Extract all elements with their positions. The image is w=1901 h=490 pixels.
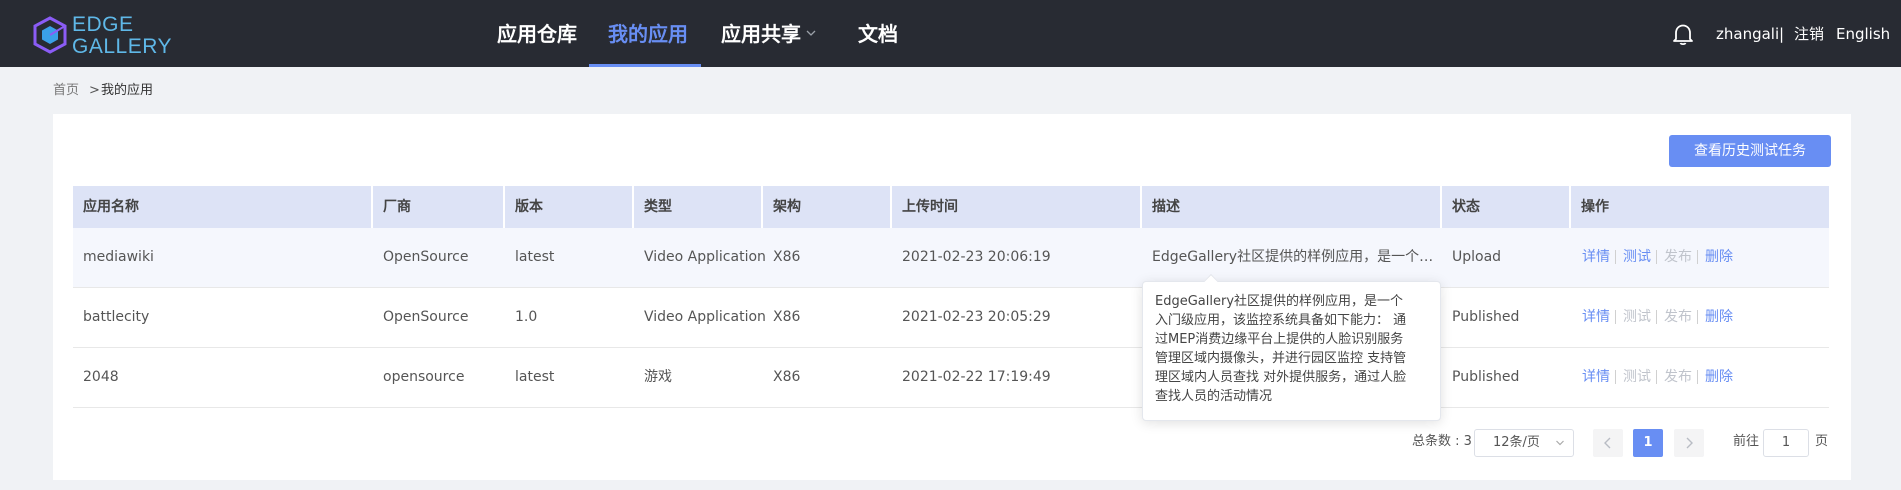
header-separator: |: [1779, 25, 1785, 43]
view-history-tests-button[interactable]: 查看历史测试任务: [1669, 135, 1831, 167]
details-link[interactable]: 详情: [1582, 308, 1610, 326]
tooltip-line: 管理区域内摄像头，并进行园区监控 支持管: [1155, 351, 1407, 366]
column-header-version: 版本: [515, 199, 543, 215]
column-header-actions: 操作: [1581, 199, 1609, 215]
cell-app-name: battlecity: [83, 309, 150, 325]
logo-text-line2: GALLERY: [72, 35, 172, 58]
prev-page-button[interactable]: [1593, 429, 1623, 457]
cell-version: latest: [515, 369, 555, 385]
tooltip-line: EdgeGallery社区提供的样例应用，是一个: [1155, 294, 1404, 309]
op-divider: [1615, 310, 1616, 324]
top-navbar: [0, 0, 1901, 67]
test-link: 测试: [1623, 369, 1651, 385]
nav-app-store[interactable]: 应用仓库: [497, 0, 577, 67]
edgegallery-logo-icon[interactable]: [33, 16, 67, 54]
goto-label: 前往: [1733, 434, 1760, 449]
nav-app-share[interactable]: 应用共享: [721, 0, 801, 67]
details-link[interactable]: 详情: [1582, 368, 1610, 386]
column-divider: [1440, 186, 1442, 228]
chevron-down-icon[interactable]: [1556, 440, 1564, 446]
cell-upload-time: 2021-02-23 20:05:29: [902, 309, 1051, 325]
column-header-upload-time: 上传时间: [902, 199, 958, 215]
column-divider: [1569, 186, 1571, 228]
column-header-name: 应用名称: [83, 199, 139, 215]
test-link[interactable]: 测试: [1623, 248, 1651, 266]
cell-type: Video Application: [644, 249, 766, 265]
cell-vendor: OpenSource: [383, 309, 469, 325]
cell-app-name: 2048: [83, 369, 119, 385]
cell-status: Published: [1452, 309, 1520, 325]
logo-text-line1: EDGE: [72, 13, 134, 36]
column-header-status: 状态: [1452, 199, 1480, 215]
op-divider: [1615, 370, 1616, 384]
details-link[interactable]: 详情: [1582, 248, 1610, 266]
column-divider: [890, 186, 892, 228]
cell-upload-time: 2021-02-22 17:19:49: [902, 369, 1051, 385]
column-divider: [632, 186, 634, 228]
op-divider: [1697, 310, 1698, 324]
goto-page-input[interactable]: 1: [1763, 429, 1809, 457]
chevron-right-icon: [1686, 437, 1693, 449]
cell-version: 1.0: [515, 309, 538, 325]
tooltip-line: 查找人员的活动情况: [1155, 389, 1273, 404]
bell-icon[interactable]: [1672, 22, 1694, 46]
op-divider: [1615, 250, 1616, 264]
op-divider: [1656, 310, 1657, 324]
test-link: 测试: [1623, 309, 1651, 325]
column-header-description: 描述: [1152, 199, 1180, 215]
breadcrumb-current: 我的应用: [101, 83, 154, 98]
op-divider: [1656, 250, 1657, 264]
column-divider: [371, 186, 373, 228]
cell-vendor: opensource: [383, 369, 465, 385]
cell-description[interactable]: EdgeGallery社区提供的样例应用，是一个入门级应用，该监控系统具备如下能…: [1152, 248, 1434, 266]
cell-vendor: OpenSource: [383, 249, 469, 265]
page-number-current[interactable]: 1: [1633, 429, 1663, 457]
delete-link[interactable]: 删除: [1705, 308, 1733, 326]
tooltip-line: 入门级应用，该监控系统具备如下能力： 通: [1155, 313, 1407, 328]
cell-arch: X86: [773, 369, 801, 385]
op-divider: [1656, 370, 1657, 384]
publish-link: 发布: [1664, 249, 1692, 265]
tooltip-line: 理区域内人员查找 对外提供服务，通过人脸: [1155, 370, 1407, 385]
column-header-vendor: 厂商: [383, 199, 411, 215]
chevron-down-icon[interactable]: [806, 28, 816, 38]
cell-arch: X86: [773, 249, 801, 265]
delete-link[interactable]: 删除: [1705, 248, 1733, 266]
cell-app-name: mediawiki: [83, 249, 154, 265]
page-suffix-label: 页: [1815, 434, 1829, 449]
description-tooltip: EdgeGallery社区提供的样例应用，是一个 入门级应用，该监控系统具备如下…: [1142, 281, 1441, 421]
next-page-button[interactable]: [1674, 429, 1704, 457]
cell-status: Published: [1452, 369, 1520, 385]
publish-link: 发布: [1664, 309, 1692, 325]
logo-text[interactable]: EDGE GALLERY: [72, 14, 172, 58]
breadcrumb-separator: >: [89, 83, 100, 98]
op-divider: [1697, 250, 1698, 264]
nav-my-apps[interactable]: 我的应用: [608, 0, 688, 67]
logout-link[interactable]: 注销: [1794, 0, 1824, 67]
language-switch[interactable]: English: [1836, 0, 1890, 67]
tooltip-line: 过MEP消费边缘平台上提供的人脸识别服务: [1155, 332, 1404, 347]
cell-arch: X86: [773, 309, 801, 325]
op-divider: [1697, 370, 1698, 384]
cell-upload-time: 2021-02-23 20:06:19: [902, 249, 1051, 265]
cell-version: latest: [515, 249, 555, 265]
nav-active-indicator: [589, 64, 701, 67]
pagination-total: 总条数 : 3: [1412, 434, 1472, 449]
publish-link: 发布: [1664, 369, 1692, 385]
cell-type: Video Application: [644, 309, 766, 325]
column-divider: [503, 186, 505, 228]
cell-status: Upload: [1452, 249, 1502, 265]
chevron-left-icon: [1604, 437, 1611, 449]
nav-docs[interactable]: 文档: [858, 0, 898, 67]
column-divider: [761, 186, 763, 228]
breadcrumb-home[interactable]: 首页: [53, 83, 79, 99]
column-header-type: 类型: [644, 199, 672, 215]
column-header-arch: 架构: [773, 199, 801, 215]
column-divider: [1140, 186, 1142, 228]
username[interactable]: zhangali: [1716, 0, 1779, 67]
cell-type: 游戏: [644, 369, 672, 385]
delete-link[interactable]: 删除: [1705, 368, 1733, 386]
